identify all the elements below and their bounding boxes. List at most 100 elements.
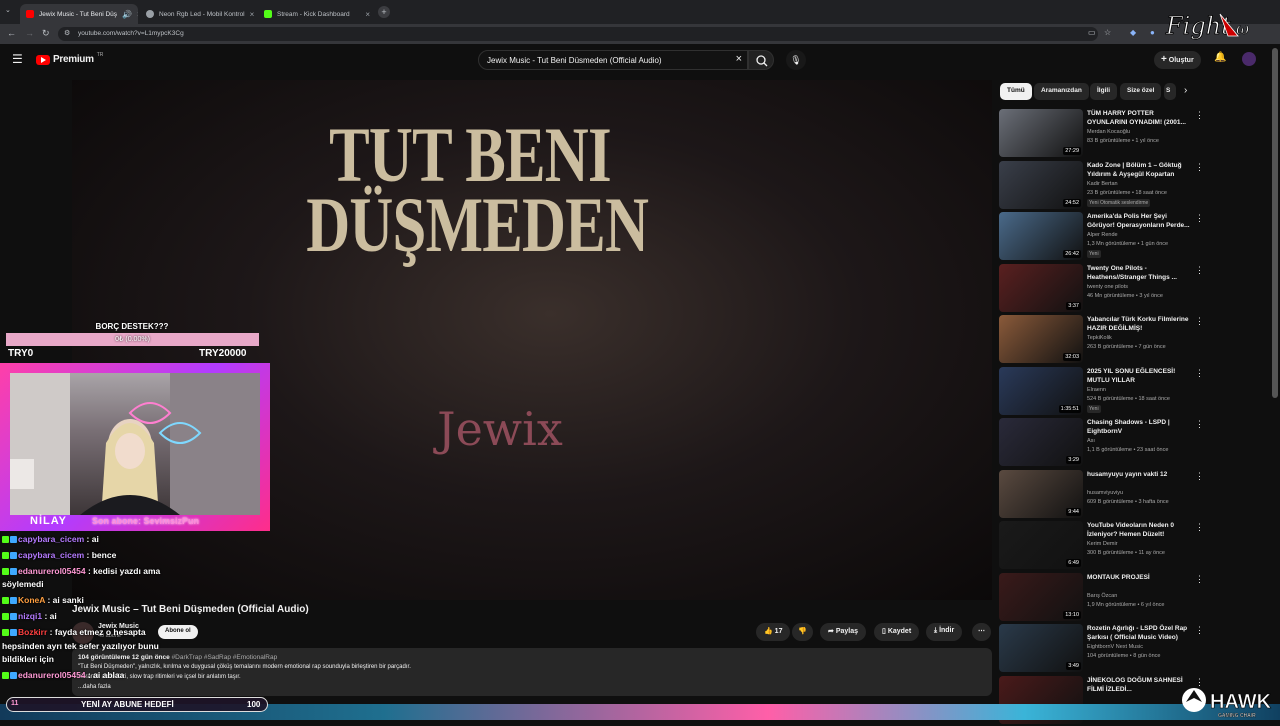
chip-for-you[interactable]: Size özel bbox=[1120, 83, 1162, 100]
more-actions-button[interactable]: ⋯ bbox=[972, 623, 991, 641]
youtube-logo[interactable]: Premium TR bbox=[36, 52, 103, 65]
chip-from-search[interactable]: Aramanızdan bbox=[1034, 83, 1089, 100]
video-thumbnail[interactable]: 27:29 bbox=[999, 109, 1083, 157]
close-tab-icon[interactable]: × bbox=[250, 10, 255, 19]
cast-icon[interactable]: ▭ bbox=[1088, 28, 1096, 37]
more-options-icon[interactable]: ⋮ bbox=[1195, 265, 1204, 276]
share-button[interactable]: ➦ Paylaş bbox=[820, 623, 867, 641]
video-thumbnail[interactable]: 24:52 bbox=[999, 160, 1083, 209]
chat-username[interactable]: capybara_cicem bbox=[18, 534, 84, 544]
recommendation-channel[interactable]: Barış Özcan bbox=[1087, 593, 1117, 599]
chat-username[interactable]: KoneA bbox=[18, 595, 45, 605]
recommendation-channel[interactable]: husamviyuviyu bbox=[1087, 490, 1123, 496]
video-thumbnail[interactable]: 3:37 bbox=[999, 263, 1083, 312]
recommendation-channel[interactable]: Kadir Bertan bbox=[1087, 181, 1118, 187]
chip-all[interactable]: Tümü bbox=[1000, 83, 1032, 100]
voice-search-button[interactable]: 🎙 bbox=[786, 50, 806, 70]
chip-related[interactable]: İlgili bbox=[1090, 83, 1117, 100]
more-options-icon[interactable]: ⋮ bbox=[1195, 574, 1204, 585]
video-thumbnail[interactable]: 13:10 bbox=[999, 572, 1083, 621]
chat-username[interactable]: edanurerol05454 bbox=[18, 670, 86, 680]
recommendation-item[interactable]: 32:03 Yabancılar Türk Korku Filmlerine HA… bbox=[999, 315, 1209, 365]
recommendation-channel[interactable]: twenty one pilots bbox=[1087, 284, 1128, 290]
subscribe-button[interactable]: Abone ol bbox=[158, 625, 198, 639]
recommendation-item[interactable]: 9:44 husamyuyu yayın vakti 12 husamviyuviy… bbox=[999, 469, 1209, 520]
chips-next-chevron-icon[interactable]: › bbox=[1184, 85, 1187, 96]
like-button[interactable]: 👍 17 bbox=[756, 623, 791, 641]
chat-username[interactable]: nizqi1 bbox=[18, 611, 42, 621]
chat-username[interactable]: capybara_cicem bbox=[18, 550, 84, 560]
show-more-link[interactable]: ...daha fazla bbox=[78, 684, 111, 690]
video-thumbnail[interactable]: 3:29 bbox=[999, 418, 1083, 466]
more-options-icon[interactable]: ⋮ bbox=[1195, 316, 1204, 327]
recommendation-channel[interactable]: Kerim Demir bbox=[1087, 541, 1118, 547]
notifications-bell-icon[interactable]: 🔔 bbox=[1214, 52, 1226, 63]
recommendation-title[interactable]: JİNEKOLOG DOĞUM SAHNESİ FİLMİ İZLEDİ... bbox=[1087, 676, 1191, 694]
download-button[interactable]: ⤓ İndir bbox=[926, 623, 963, 641]
chat-username[interactable]: edanurerol05454 bbox=[18, 566, 86, 576]
recommendation-item[interactable]: 27:29 TÜM HARRY POTTER OYUNLARINI OYNADIM… bbox=[999, 109, 1209, 159]
more-options-icon[interactable]: ⋮ bbox=[1195, 213, 1204, 224]
description-box[interactable]: 104 görüntüleme 12 gün önce #DarkTrap #S… bbox=[72, 648, 992, 696]
dislike-button[interactable]: 👎 bbox=[792, 623, 813, 641]
chat-username[interactable]: Bozkirr bbox=[18, 627, 47, 637]
tab-neon[interactable]: Neon Rgb Led - Mobil Kontrol × bbox=[140, 4, 258, 24]
recommendation-item[interactable]: 3:49 Rozetin Ağırlığı - LSPD Özel Rap Şar… bbox=[999, 624, 1209, 674]
tab-list-button[interactable]: ⌄ bbox=[5, 6, 15, 16]
more-options-icon[interactable]: ⋮ bbox=[1195, 522, 1204, 533]
recommendation-item[interactable]: 13:10 MONTAUK PROJESİ Barış Özcan 1,9 Mn gö… bbox=[999, 572, 1209, 623]
recommendation-channel[interactable]: Merdan Kocaoğlu bbox=[1087, 129, 1130, 135]
chip-more[interactable]: S bbox=[1164, 83, 1176, 100]
video-thumbnail[interactable]: 26:42 bbox=[999, 212, 1083, 260]
recommendation-title[interactable]: YouTube Videoların Neden 0 İzleniyor? He… bbox=[1087, 521, 1191, 539]
recommendation-item[interactable]: 26:42 Amerika'da Polis Her Şeyi Görüyor! … bbox=[999, 212, 1209, 262]
more-options-icon[interactable]: ⋮ bbox=[1195, 419, 1204, 430]
avatar[interactable] bbox=[1242, 52, 1256, 66]
recommendation-title[interactable]: Yabancılar Türk Korku Filmlerine HAZIR D… bbox=[1087, 315, 1191, 333]
video-thumbnail[interactable]: 32:03 bbox=[999, 315, 1083, 363]
search-input[interactable]: Jewix Music - Tut Beni Düsmeden (Officia… bbox=[478, 50, 748, 70]
description-tags[interactable]: #DarkTrap #SadRap #EmotionalRap bbox=[172, 654, 278, 661]
recommendation-channel[interactable]: Elraenn bbox=[1087, 387, 1106, 393]
url-input[interactable]: ⚙ youtube.com/watch?v=L1mypcK3Cg bbox=[58, 27, 1098, 41]
more-options-icon[interactable]: ⋮ bbox=[1195, 625, 1204, 636]
recommendation-channel[interactable]: Ası bbox=[1087, 438, 1095, 444]
back-icon[interactable]: ← bbox=[7, 28, 16, 38]
recommendation-item[interactable]: 1:35:51 2025 YIL SONU EĞLENCESİ! MUTLU YI… bbox=[999, 366, 1209, 417]
tab-youtube[interactable]: Jewix Music - Tut Beni Düş 🔊 × bbox=[20, 4, 138, 24]
more-options-icon[interactable]: ⋮ bbox=[1195, 110, 1204, 121]
recommendation-item[interactable]: 24:52 Kado Zone | Bölüm 1 – Göktuğ Yıldır… bbox=[999, 160, 1209, 211]
more-options-icon[interactable]: ⋮ bbox=[1195, 162, 1204, 173]
close-tab-icon[interactable]: × bbox=[365, 10, 370, 19]
recommendation-title[interactable]: Rozetin Ağırlığı - LSPD Özel Rap Şarkısı… bbox=[1087, 624, 1191, 642]
recommendation-title[interactable]: Amerika'da Polis Her Şeyi Görüyor! Opera… bbox=[1087, 212, 1191, 230]
search-button[interactable] bbox=[748, 50, 774, 70]
new-tab-button[interactable]: + bbox=[378, 6, 390, 18]
bookmark-star-icon[interactable]: ☆ bbox=[1104, 28, 1111, 37]
recommendation-title[interactable]: husamyuyu yayın vakti 12 bbox=[1087, 470, 1191, 479]
forward-icon[interactable]: → bbox=[25, 28, 34, 38]
recommendation-item[interactable]: 6:49 YouTube Videoların Neden 0 İzleniyor… bbox=[999, 521, 1209, 571]
recommendation-item[interactable]: 3:37 Twenty One Pilots - Heathens//Strang… bbox=[999, 263, 1209, 314]
recommendation-channel[interactable]: EightbornV Next Music bbox=[1087, 644, 1143, 650]
recommendation-title[interactable]: MONTAUK PROJESİ bbox=[1087, 573, 1191, 582]
recommendation-channel[interactable]: Alper Rende bbox=[1087, 232, 1118, 238]
recommendation-title[interactable]: 2025 YIL SONU EĞLENCESİ! MUTLU YILLAR bbox=[1087, 367, 1191, 385]
more-options-icon[interactable]: ⋮ bbox=[1195, 471, 1204, 482]
extension-icon[interactable]: ◆ bbox=[1130, 28, 1136, 37]
clear-search-icon[interactable]: × bbox=[736, 53, 742, 65]
page-scrollbar[interactable] bbox=[1272, 48, 1278, 398]
recommendation-title[interactable]: Chasing Shadows - LSPD | EightbornV bbox=[1087, 418, 1191, 436]
recommendation-channel[interactable]: TepkiKolik bbox=[1087, 335, 1112, 341]
video-thumbnail[interactable]: 9:44 bbox=[999, 469, 1083, 518]
more-options-icon[interactable]: ⋮ bbox=[1195, 368, 1204, 379]
video-thumbnail[interactable]: 1:35:51 bbox=[999, 366, 1083, 415]
tab-kick[interactable]: Stream - Kick Dashboard × bbox=[258, 4, 376, 24]
create-button[interactable]: + Oluştur bbox=[1154, 51, 1201, 69]
save-button[interactable]: ▯ Kaydet bbox=[874, 623, 920, 641]
recommendation-item[interactable]: 3:29 Chasing Shadows - LSPD | EightbornV A… bbox=[999, 418, 1209, 468]
close-tab-icon[interactable]: × bbox=[137, 10, 138, 19]
video-thumbnail[interactable]: 3:49 bbox=[999, 624, 1083, 672]
recommendation-title[interactable]: TÜM HARRY POTTER OYUNLARINI OYNADIM! (20… bbox=[1087, 109, 1191, 127]
hamburger-menu-icon[interactable]: ☰ bbox=[12, 52, 23, 66]
